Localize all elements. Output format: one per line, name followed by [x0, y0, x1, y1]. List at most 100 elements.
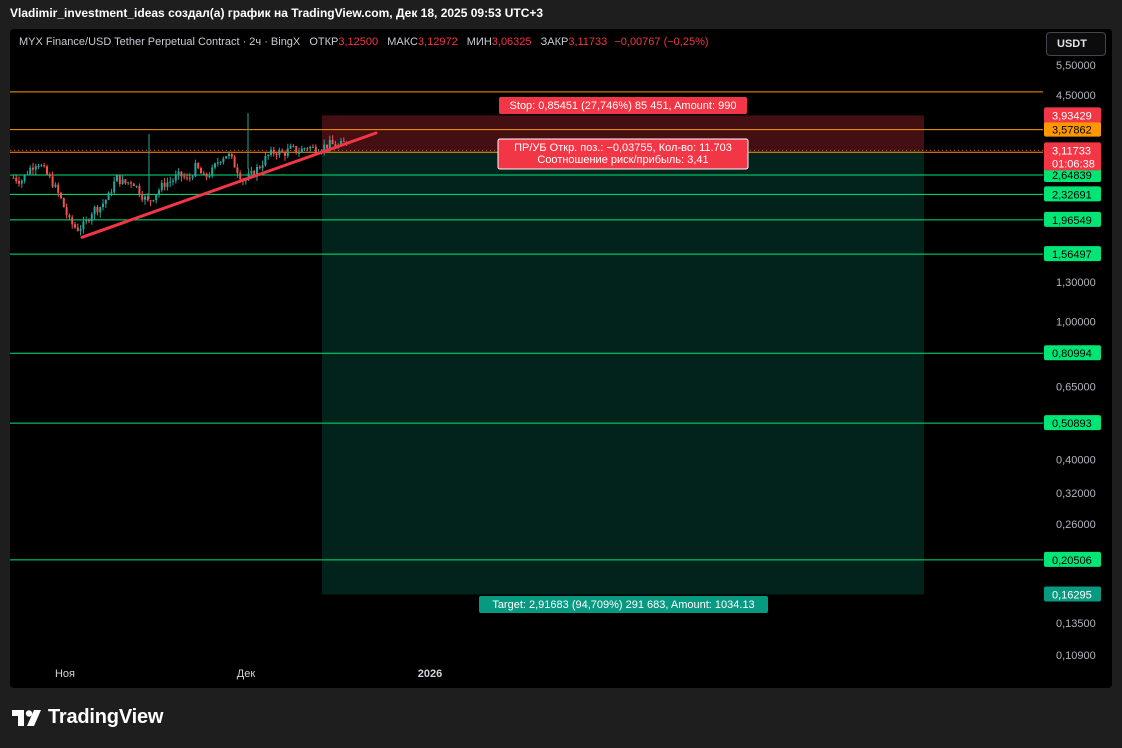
- candle-body-7: [32, 167, 34, 170]
- legend-close-value: 3,11733: [568, 36, 608, 48]
- candle-body-74: [219, 161, 222, 163]
- legend-low-value: 3,06325: [491, 36, 532, 48]
- candle-body-80: [236, 167, 239, 174]
- price-tag-1-subtext: 01:06:38: [1052, 158, 1095, 170]
- legend-low-label: МИН: [466, 36, 492, 48]
- candle-body-0: [12, 177, 15, 179]
- candle-body-103: [300, 148, 303, 153]
- candle-body-5: [26, 174, 29, 176]
- candle-body-89: [261, 165, 264, 168]
- candle-body-50: [152, 200, 155, 202]
- candle-body-9: [37, 165, 40, 167]
- level-tag-5-text: 1,96549: [1052, 215, 1092, 227]
- price-tick-3: 1,00000: [1056, 317, 1096, 329]
- candle-body-49: [149, 200, 152, 202]
- target-zone: [322, 150, 924, 595]
- candle-body-56: [169, 181, 172, 183]
- time-tick-2: 2026: [418, 668, 442, 680]
- price-tag-0-text: 3,93429: [1052, 110, 1092, 122]
- candle-body-25: [82, 221, 85, 230]
- candle-body-65: [194, 163, 197, 177]
- candle-body-46: [141, 195, 144, 200]
- candle-body-16: [57, 184, 60, 193]
- candle-body-59: [177, 171, 180, 176]
- candle-body-44: [135, 185, 138, 187]
- candle-body-88: [258, 166, 261, 168]
- candle-body-63: [188, 177, 191, 179]
- candle-body-62: [186, 177, 188, 179]
- position-info-label-line-1: Соотношение риск/прибыль: 3,41: [537, 154, 708, 166]
- tradingview-logo[interactable]: TradingView: [12, 706, 163, 729]
- legend-symbol: MYX Finance/USD Tether Perpetual Contrac…: [19, 36, 301, 48]
- candle-body-40: [124, 179, 127, 184]
- symbol-legend: MYX Finance/USD Tether Perpetual Contrac…: [19, 36, 709, 48]
- currency-button[interactable]: USDT: [1046, 32, 1106, 56]
- level-tag-8-text: 0,50893: [1052, 418, 1092, 430]
- candle-body-3: [20, 180, 23, 184]
- price-tick-7: 0,26000: [1056, 519, 1096, 531]
- candle-body-99: [289, 145, 292, 149]
- candle-body-106: [309, 146, 312, 149]
- time-tick-0: Ноя: [55, 668, 75, 680]
- candle-body-8: [34, 166, 37, 170]
- candle-body-29: [93, 206, 96, 215]
- candle-body-53: [160, 182, 163, 191]
- candle-body-69: [205, 173, 208, 177]
- legend-change: −0,00767 (−0,25%): [614, 36, 709, 48]
- candle-body-35: [110, 192, 113, 194]
- price-tag-2-text: 0,16295: [1052, 589, 1092, 601]
- candle-body-54: [163, 182, 166, 187]
- candle-body-23: [76, 227, 79, 231]
- candle-body-11: [43, 165, 46, 167]
- level-tag-9-text: 0,20506: [1052, 555, 1092, 567]
- stop-label-line-0: Stop: 0,85451 (27,746%) 85 451, Amount: …: [510, 100, 737, 112]
- legend-high-label: МАКС: [387, 36, 418, 48]
- price-tick-5: 0,40000: [1056, 454, 1096, 466]
- level-tag-1-text: 3,57862: [1052, 125, 1092, 137]
- candle-body-21: [71, 217, 74, 225]
- candle-body-67: [200, 168, 202, 174]
- candle-body-97: [284, 152, 286, 156]
- candle-body-45: [138, 185, 141, 196]
- price-tick-4: 0,65000: [1056, 381, 1096, 393]
- candle-body-66: [197, 163, 200, 169]
- candle-body-78: [230, 153, 233, 157]
- candle-body-68: [202, 173, 205, 175]
- candle-body-14: [51, 176, 54, 187]
- candle-body-96: [281, 150, 284, 153]
- candle-body-118: [342, 141, 345, 143]
- candle-body-2: [18, 181, 20, 184]
- candle-body-75: [222, 158, 225, 162]
- candle-body-102: [298, 152, 300, 154]
- candle-body-100: [292, 145, 295, 147]
- chart-canvas[interactable]: 5,50000 4,50000 1,30000 1,00000 0,65000 0,400…: [10, 29, 1112, 688]
- candle-body-114: [331, 140, 334, 145]
- candle-body-51: [155, 194, 158, 201]
- candle-body-94: [275, 153, 278, 156]
- candle-body-43: [132, 183, 135, 187]
- price-tag-1-text: 3,11733: [1052, 145, 1091, 157]
- price-tick-6: 0,32000: [1056, 488, 1096, 500]
- price-tick-9: 0,10900: [1056, 650, 1096, 662]
- price-tick-8: 0,13500: [1056, 618, 1096, 630]
- chart-area[interactable]: 5,50000 4,50000 1,30000 1,00000 0,65000 0,400…: [10, 29, 1112, 688]
- candle-body-90: [264, 155, 267, 166]
- candle-body-92: [270, 149, 272, 155]
- candle-body-26: [85, 219, 88, 222]
- target-label-line-0: Target: 2,91683 (94,709%) 291 683, Amoun…: [492, 599, 754, 611]
- candle-body-61: [183, 176, 186, 178]
- candle-body-70: [208, 176, 211, 178]
- price-tick-2: 1,30000: [1056, 277, 1096, 289]
- legend-high-value: 3,12972: [417, 36, 458, 48]
- candle-body-57: [172, 180, 174, 182]
- candle-body-93: [272, 149, 275, 154]
- candle-body-10: [40, 165, 43, 167]
- candle-body-42: [130, 182, 132, 184]
- candle-body-20: [68, 215, 71, 218]
- candle-body-60: [180, 171, 183, 177]
- candle-body-4: [23, 174, 26, 181]
- candle-body-77: [228, 153, 230, 157]
- candle-body-76: [225, 156, 228, 159]
- candle-body-58: [174, 175, 177, 181]
- candle-body-79: [233, 156, 236, 168]
